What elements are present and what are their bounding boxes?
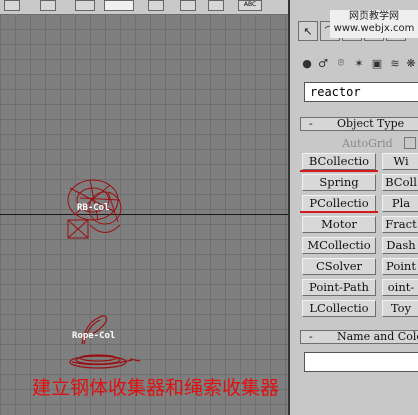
spacewarps-icon[interactable]: ≋ [388,56,402,70]
pcollection-button[interactable]: PCollectio [302,195,376,212]
csolver-button[interactable]: CSolver [302,258,376,275]
name-and-color-rollout[interactable]: - Name and Colo [300,330,418,344]
main-toolbar: ABC [0,0,288,15]
spring-button[interactable]: Spring [302,174,376,191]
toolbar-button[interactable] [75,0,95,11]
annotation-underline [300,170,378,172]
point-point-button[interactable]: oint- [382,279,418,296]
plane-button[interactable]: Pla [382,195,418,212]
tutorial-caption: 建立钢体收集器和绳索收集器 [32,377,280,399]
bcollection-button[interactable]: BCollectio [302,153,376,170]
helpers-icon[interactable]: ▣ [370,56,384,70]
toolbar-button[interactable] [4,0,20,11]
create-tab-icon[interactable]: ↖ [298,21,318,41]
geometry-icon[interactable]: ● [300,56,314,70]
select-object-button[interactable] [104,0,134,11]
category-dropdown[interactable]: reactor [304,82,418,102]
mcollection-button[interactable]: MCollectio [302,237,376,254]
annotation-underline [300,211,378,213]
dashpot-button[interactable]: Dash [382,237,418,254]
toolbar-button[interactable] [208,0,224,11]
toolbar-button[interactable] [180,0,196,11]
rollout-collapse-sign: - [309,117,313,130]
watermark-line-2: www.webjx.com [333,23,415,34]
toolbar-button[interactable] [148,0,164,11]
watermark-line-1: 网页教学网 [349,11,399,22]
fracture-button[interactable]: Fract [382,216,418,233]
site-watermark: 网页教学网 www.webjx.com [330,10,418,38]
point-path-button[interactable]: Point-Path [302,279,376,296]
motor-button[interactable]: Motor [302,216,376,233]
rollout-collapse-sign: - [309,330,313,343]
cameras-icon[interactable]: ✶ [352,56,366,70]
object-type-rollout[interactable]: - Object Type [300,117,418,131]
point-button[interactable]: Point [382,258,418,275]
perspective-viewport[interactable]: RB-Col Rope-Col [0,14,288,415]
autogrid-checkbox[interactable] [404,137,416,149]
systems-icon[interactable]: ❋ [404,56,418,70]
spelling-button[interactable]: ABC [238,0,262,11]
object-name-field[interactable] [304,352,418,372]
grid-axis-line [0,214,288,215]
toolbar-button[interactable] [40,0,56,11]
command-panel: ↖ ⌒ ⊤ ◎ ▭ ● ♂ ⌾ ✶ ▣ ≋ ❋ reactor - Object… [288,0,418,415]
autogrid-label: AutoGrid [342,137,393,150]
shapes-icon[interactable]: ♂ [316,56,330,70]
toy-button[interactable]: Toy [382,300,418,317]
lcollection-button[interactable]: LCollectio [302,300,376,317]
rollout-title: Name and Colo [337,330,418,343]
category-icon-row: ● ♂ ⌾ ✶ ▣ ≋ ❋ [300,56,418,72]
wind-button[interactable]: Wi [382,153,418,170]
rope-collection-label: Rope-Col [72,331,116,341]
rollout-title: Object Type [337,117,405,130]
rb-collection-label: RB-Col [77,203,110,213]
lights-icon[interactable]: ⌾ [334,56,348,70]
bcoll-button[interactable]: BColl [382,174,418,191]
